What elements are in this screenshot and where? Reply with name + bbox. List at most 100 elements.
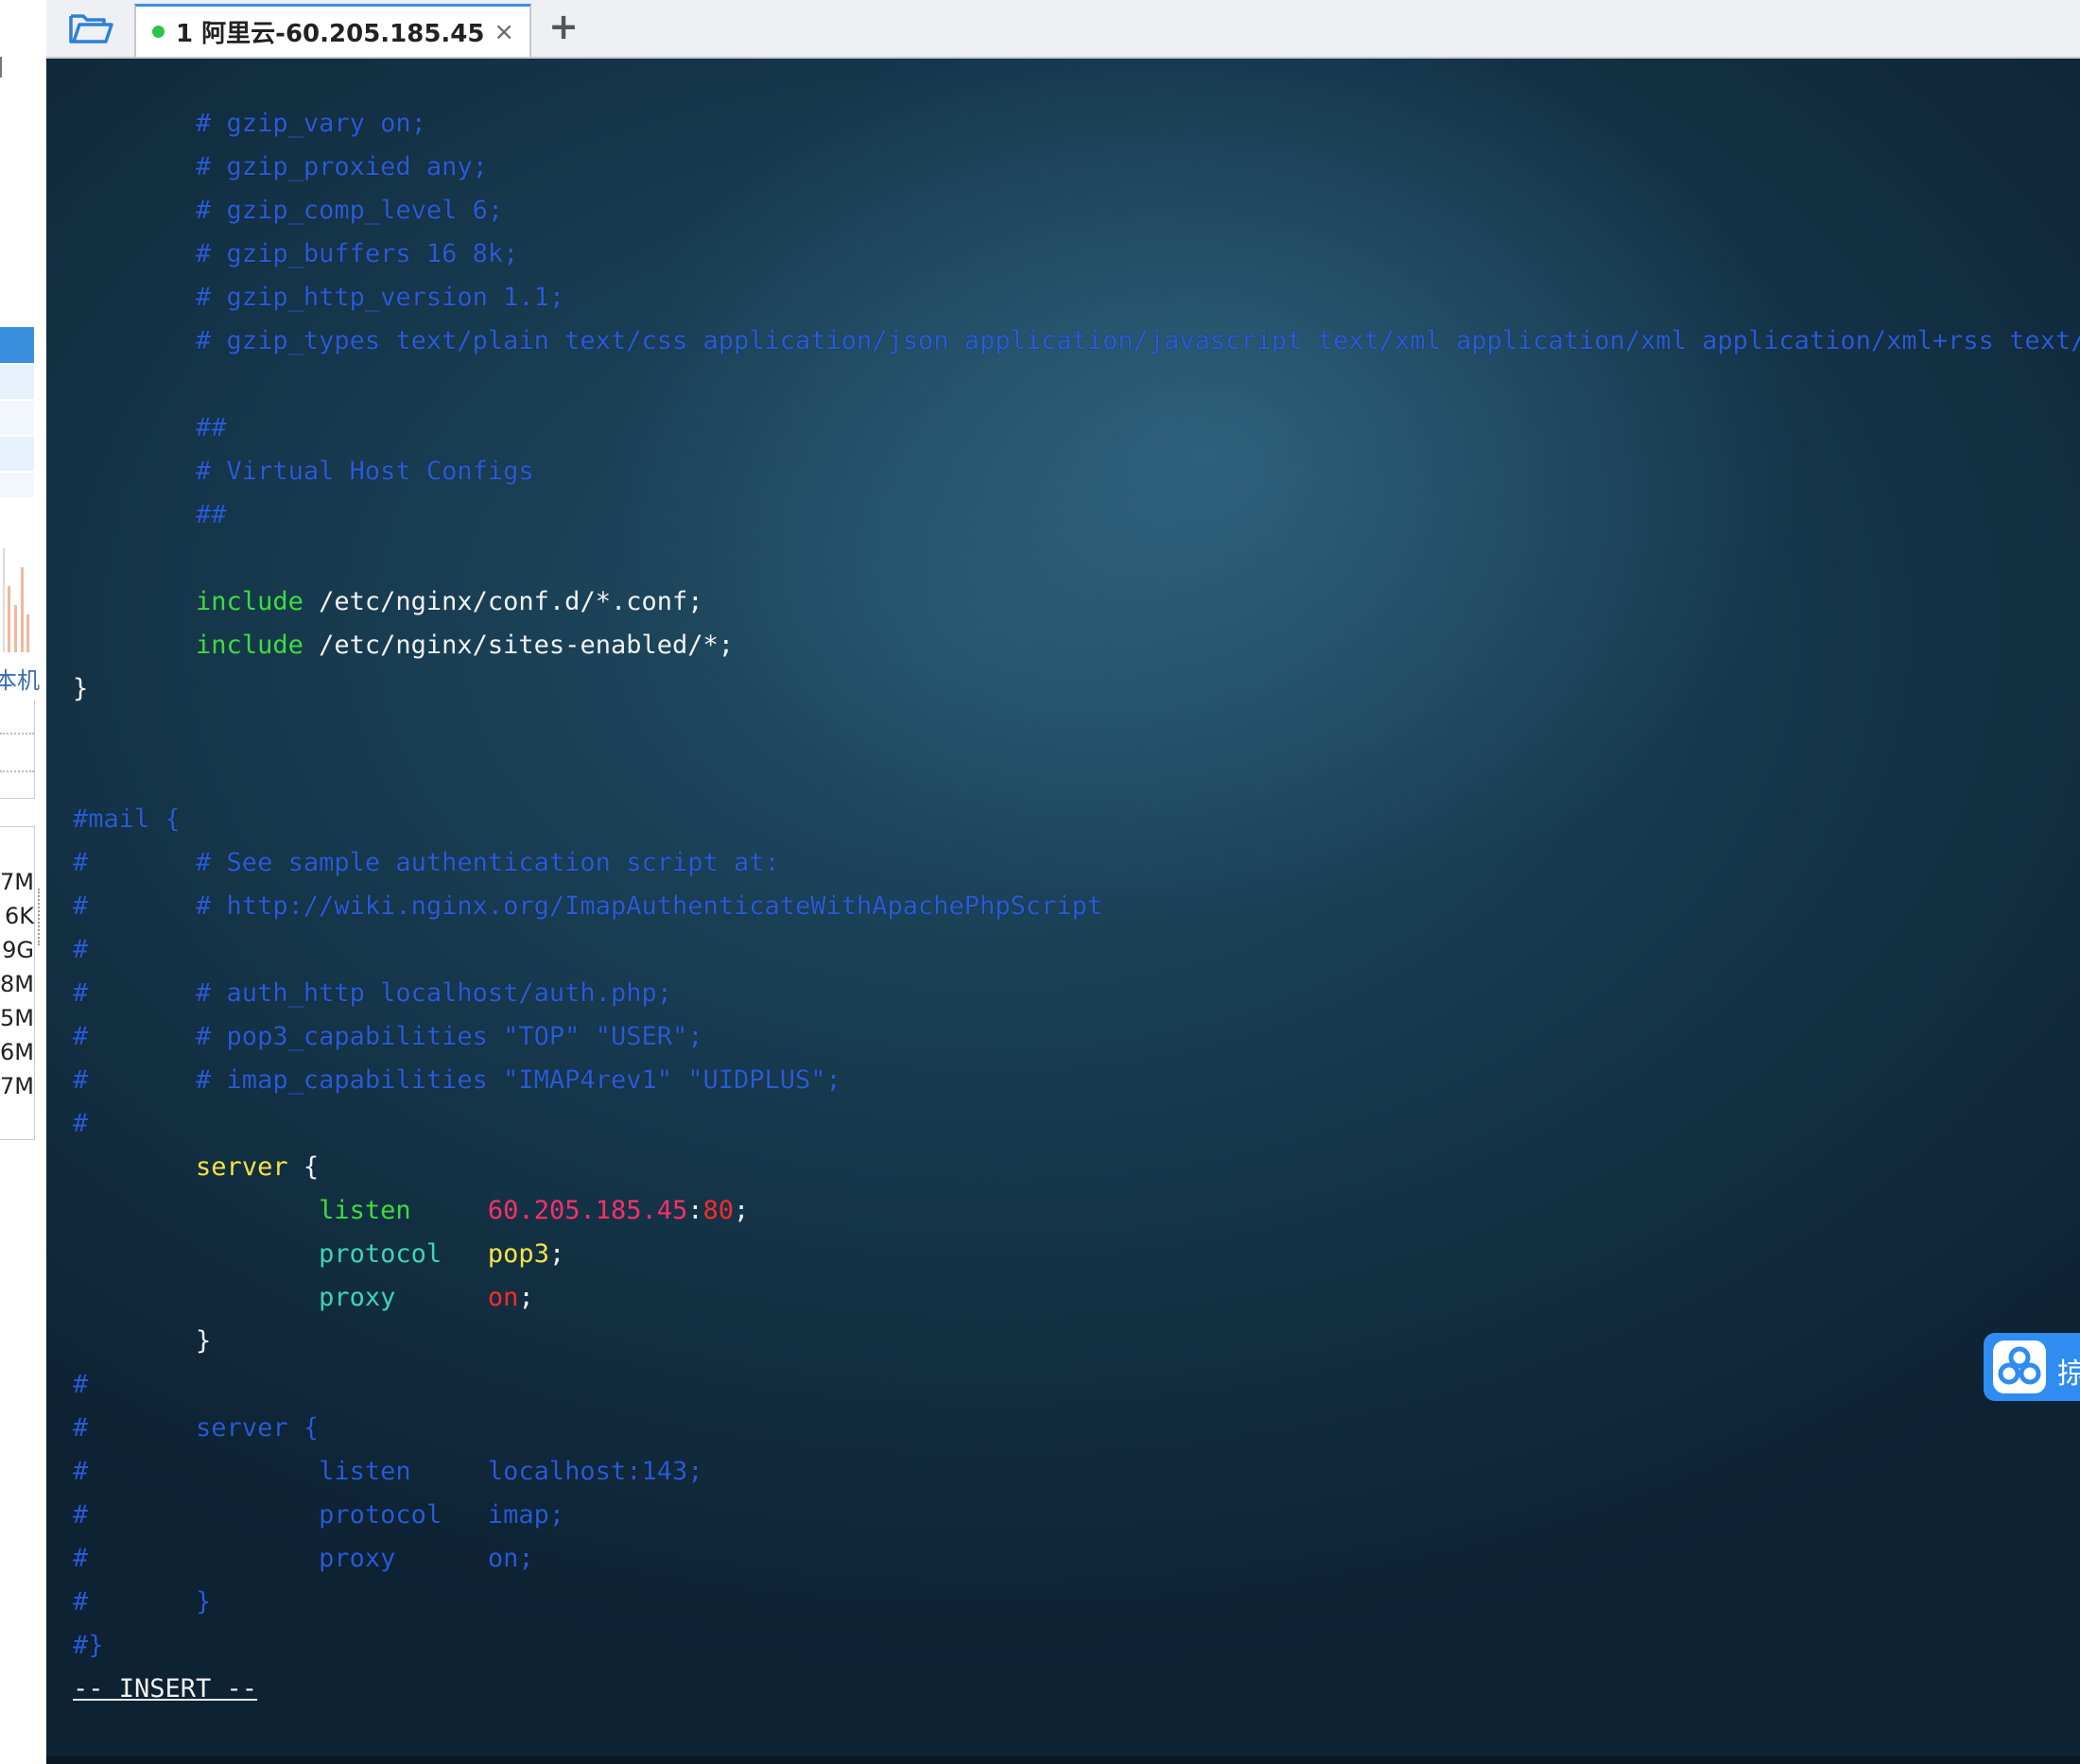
code-token: # gzip_comp_level 6; <box>73 196 504 225</box>
cloud-share-icon <box>1998 1346 2041 1385</box>
mini-chart-bar <box>21 567 24 652</box>
code-token: ## <box>73 413 227 442</box>
terminal-line: include /etc/nginx/conf.d/*.conf; <box>73 580 702 624</box>
code-token: include <box>196 587 303 616</box>
code-token: # # pop3_capabilities "TOP" "USER"; <box>73 1022 703 1051</box>
terminal-line: #} <box>73 1624 104 1668</box>
file-size: 7M <box>0 1073 34 1099</box>
code-token: 80 <box>702 1196 735 1225</box>
code-token: server <box>196 1152 288 1182</box>
terminal-line: # # auth_http localhost/auth.php; <box>73 972 672 1015</box>
terminal-line: # # imap_capabilities "IMAP4rev1" "UIDPL… <box>73 1059 841 1102</box>
file-size: 5M <box>0 1005 34 1031</box>
code-token: # gzip_buffers 16 8k; <box>73 239 519 268</box>
code-token: # # auth_http localhost/auth.php; <box>73 978 672 1008</box>
file-size: 8M <box>0 971 34 997</box>
terminal-line: protocol pop3; <box>73 1233 564 1276</box>
code-token: # protocol imap; <box>73 1500 565 1530</box>
terminal-line: include /etc/nginx/sites-enabled/*; <box>73 624 734 667</box>
panel-box <box>0 700 35 799</box>
code-token: protocol <box>319 1239 442 1269</box>
terminal-line: # gzip_proxied any; <box>73 146 488 189</box>
terminal-line: listen 60.205.185.45:80; <box>73 1189 749 1233</box>
terminal-line: # gzip_comp_level 6; <box>73 189 503 233</box>
local-machine-label[interactable]: 本机 <box>0 662 40 695</box>
code-token: # gzip_vary on; <box>73 109 426 138</box>
code-token: ## <box>73 500 227 529</box>
code-token: # <box>73 1109 89 1138</box>
code-token: # gzip_types text/plain text/css applica… <box>73 326 2080 355</box>
code-token: } <box>73 1326 212 1356</box>
terminal-line: # server { <box>73 1407 319 1450</box>
panel-divider <box>0 57 2 78</box>
file-size: 9G <box>2 937 34 963</box>
splitter-handle[interactable] <box>38 889 43 945</box>
close-tab-button[interactable]: × <box>494 18 514 46</box>
terminal-line: # gzip_types text/plain text/css applica… <box>73 320 2080 363</box>
mini-chart-bar <box>26 614 29 652</box>
file-size: 6K <box>4 903 34 929</box>
code-token: /etc/nginx/conf.d/*.conf; <box>303 587 703 616</box>
session-tab[interactable]: 1 阿里云-60.205.185.45 × <box>134 4 531 57</box>
terminal-bottom-edge <box>46 1756 2080 1764</box>
code-token: # listen localhost:143; <box>73 1457 703 1486</box>
panel-row[interactable] <box>0 473 34 497</box>
code-token: proxy <box>319 1283 396 1312</box>
code-token: ; <box>518 1283 534 1312</box>
panel-row[interactable] <box>0 365 34 399</box>
terminal-line: # # pop3_capabilities "TOP" "USER"; <box>73 1015 702 1059</box>
code-token: on <box>487 1283 519 1312</box>
folder-open-icon <box>69 14 113 43</box>
tab-title: 阿里云-60.205.185.45 <box>201 20 485 48</box>
floating-widget-label: 掠 <box>2057 1358 2080 1391</box>
code-token: ; <box>734 1196 750 1225</box>
code-token: # gzip_proxied any; <box>73 152 488 182</box>
code-token: { <box>287 1152 320 1182</box>
code-token: } <box>73 674 89 703</box>
code-token: # # imap_capabilities "IMAP4rev1" "UIDPL… <box>73 1065 841 1095</box>
terminal-view[interactable]: # gzip_vary on; # gzip_proxied any; # gz… <box>46 59 2080 1764</box>
open-folder-button[interactable] <box>65 8 116 49</box>
terminal-line: # proxy on; <box>73 1537 534 1581</box>
mini-chart-bar <box>8 586 10 652</box>
terminal-line: } <box>73 667 88 711</box>
terminal-line: # Virtual Host Configs <box>73 450 534 493</box>
panel-row[interactable] <box>0 401 34 435</box>
terminal-line: } <box>73 1320 211 1363</box>
panel-row[interactable] <box>0 437 34 471</box>
terminal-line: # <box>73 1363 88 1407</box>
code-token: listen <box>319 1196 411 1225</box>
tab-bar: 1 阿里云-60.205.185.45 × + <box>46 0 2080 59</box>
new-tab-button[interactable]: + <box>543 6 584 47</box>
panel-selected-row[interactable] <box>0 327 34 363</box>
connection-status-dot <box>152 26 165 38</box>
code-token: 60.205.185.45 <box>487 1196 688 1225</box>
terminal-line: ## <box>73 406 227 450</box>
code-token: # proxy on; <box>73 1544 534 1573</box>
code-token: # server { <box>73 1413 320 1443</box>
terminal-line: -- INSERT -- <box>73 1668 257 1711</box>
code-token: include <box>196 631 303 660</box>
terminal-line: # <box>73 1102 88 1146</box>
file-size: 6M <box>0 1039 34 1065</box>
code-token: # <box>73 1370 89 1399</box>
terminal-line: # listen localhost:143; <box>73 1450 702 1494</box>
terminal-line: server { <box>73 1146 319 1189</box>
terminal-line: # protocol imap; <box>73 1494 564 1537</box>
code-token: # } <box>73 1587 212 1617</box>
terminal-line: ## <box>73 493 227 537</box>
code-token: # gzip_http_version 1.1; <box>73 283 565 312</box>
code-token: # <box>73 935 89 964</box>
tab-label: 1 阿里云-60.205.185.45 <box>176 14 485 49</box>
floating-assistant-button[interactable]: 掠 <box>1984 1333 2080 1401</box>
code-token: # # http://wiki.nginx.org/ImapAuthentica… <box>73 891 1103 921</box>
terminal-line: # gzip_vary on; <box>73 102 426 146</box>
terminal-line: # # See sample authentication script at: <box>73 841 780 885</box>
